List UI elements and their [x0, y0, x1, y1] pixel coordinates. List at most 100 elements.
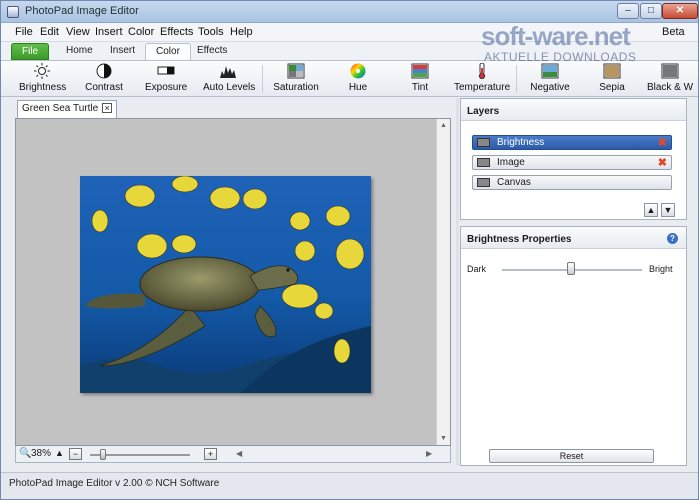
thermometer-icon — [478, 63, 486, 79]
tint-label: Tint — [411, 82, 429, 93]
saturation-button[interactable]: Saturation — [273, 63, 319, 96]
tab-home[interactable]: Home — [56, 43, 103, 60]
zoom-slider-thumb[interactable] — [100, 449, 106, 460]
negative-icon — [541, 63, 559, 79]
exposure-label: Exposure — [145, 82, 188, 93]
layer-item-canvas[interactable]: Canvas — [472, 175, 672, 190]
exposure-button[interactable]: Exposure — [145, 63, 187, 96]
beta-label: Beta — [662, 26, 685, 38]
contrast-button[interactable]: Contrast — [83, 63, 125, 96]
ribbon-separator — [262, 65, 263, 93]
temperature-button[interactable]: Temperature — [454, 63, 510, 96]
exposure-icon — [157, 66, 175, 75]
auto-levels-label: Auto Levels — [203, 82, 256, 93]
delete-layer-icon[interactable]: ✖ — [658, 137, 667, 150]
window-title: PhotoPad Image Editor — [25, 5, 139, 17]
app-window: PhotoPad Image Editor – □ ✕ File Edit Vi… — [0, 0, 699, 500]
sepia-button[interactable]: Sepia — [597, 63, 627, 96]
scroll-down-icon[interactable]: ▼ — [440, 435, 447, 442]
status-bar: PhotoPad Image Editor v 2.00 © NCH Softw… — [1, 472, 698, 499]
scroll-up-icon[interactable]: ▲ — [440, 122, 447, 129]
zoom-out-button[interactable]: − — [69, 448, 82, 460]
histogram-icon — [220, 66, 236, 78]
watermark-subtext: AKTUELLE DOWNLOADS — [484, 50, 637, 64]
sepia-label: Sepia — [599, 82, 625, 93]
status-text: PhotoPad Image Editor v 2.00 © NCH Softw… — [9, 478, 220, 489]
layer-label: Brightness — [497, 137, 545, 148]
move-layer-up-button[interactable]: ▲ — [644, 203, 658, 217]
zoom-in-button[interactable]: + — [204, 448, 217, 460]
tab-insert[interactable]: Insert — [100, 43, 145, 60]
image-canvas[interactable]: ▲ ▼ — [15, 118, 451, 446]
negative-label: Negative — [530, 82, 570, 93]
menu-tools[interactable]: Tools — [198, 26, 224, 38]
document-tab-label: Green Sea Turtle — [22, 103, 99, 114]
menu-insert[interactable]: Insert — [95, 26, 123, 38]
magnifier-icon: 🔍 — [19, 448, 32, 459]
properties-title: Brightness Properties — [461, 227, 686, 249]
reset-button[interactable]: Reset — [489, 449, 654, 463]
close-tab-icon[interactable]: × — [102, 103, 113, 114]
temperature-label: Temperature — [454, 82, 511, 93]
contrast-label: Contrast — [85, 82, 123, 93]
scroll-right-icon[interactable]: ▶ — [426, 449, 432, 458]
turtle-photo — [80, 176, 371, 393]
close-button[interactable]: ✕ — [662, 3, 698, 19]
tab-effects[interactable]: Effects — [187, 43, 237, 60]
layers-panel: Layers Brightness ✖ Image ✖ Canvas ▲ ▼ — [460, 98, 687, 220]
layer-item-brightness[interactable]: Brightness ✖ — [472, 135, 672, 150]
layer-icon — [477, 138, 490, 147]
menu-effects[interactable]: Effects — [160, 26, 193, 38]
saturation-label: Saturation — [273, 82, 319, 93]
color-wheel-icon — [350, 63, 366, 79]
scroll-left-icon[interactable]: ◀ — [236, 449, 242, 458]
menu-help[interactable]: Help — [230, 26, 253, 38]
sepia-icon — [603, 63, 621, 79]
menu-color[interactable]: Color — [128, 26, 154, 38]
negative-button[interactable]: Negative — [530, 63, 570, 96]
layer-item-image[interactable]: Image ✖ — [472, 155, 672, 170]
layer-label: Canvas — [497, 177, 531, 188]
menu-file[interactable]: File — [15, 26, 33, 38]
zoom-up-icon[interactable]: ▲ — [55, 448, 64, 458]
saturation-icon — [287, 63, 305, 79]
auto-levels-button[interactable]: Auto Levels — [203, 63, 256, 96]
brightness-label: Brightness — [19, 82, 67, 93]
brightness-slider-thumb[interactable] — [567, 262, 575, 275]
slider-max-label: Bright — [649, 264, 673, 274]
layer-label: Image — [497, 157, 525, 168]
ribbon-separator — [516, 65, 517, 93]
help-icon[interactable]: ? — [667, 233, 678, 244]
right-panel: Layers Brightness ✖ Image ✖ Canvas ▲ ▼ B… — [460, 98, 687, 466]
watermark-text: soft-ware.net — [481, 21, 631, 51]
document-tabs: Green Sea Turtle × — [7, 98, 457, 118]
black-white-icon — [661, 63, 679, 79]
document-tab[interactable]: Green Sea Turtle × — [17, 100, 118, 118]
menu-view[interactable]: View — [66, 26, 90, 38]
hue-button[interactable]: Hue — [345, 63, 371, 96]
app-icon — [7, 6, 19, 18]
properties-panel: Brightness Properties ? Dark Bright Rese… — [460, 226, 687, 466]
sun-icon — [34, 63, 50, 79]
tab-color[interactable]: Color — [145, 43, 191, 60]
delete-layer-icon[interactable]: ✖ — [658, 157, 667, 170]
vertical-scrollbar[interactable]: ▲ ▼ — [436, 119, 450, 445]
layer-icon — [477, 158, 490, 167]
tab-file[interactable]: File — [11, 43, 50, 60]
zoom-value: 38% — [31, 448, 52, 459]
move-layer-down-button[interactable]: ▼ — [661, 203, 675, 217]
minimize-button[interactable]: – — [617, 3, 639, 19]
black-white-label: Black & W — [646, 82, 694, 93]
black-white-button[interactable]: Black & W — [645, 63, 695, 96]
panel-splitter[interactable] — [456, 98, 459, 466]
tint-icon — [411, 63, 429, 79]
layer-icon — [477, 178, 490, 187]
maximize-button[interactable]: □ — [640, 3, 662, 19]
ribbon-toolbar: Brightness Contrast Exposure Auto Levels… — [1, 60, 698, 97]
brightness-button[interactable]: Brightness — [19, 63, 67, 96]
slider-min-label: Dark — [467, 264, 487, 274]
contrast-icon — [96, 63, 112, 79]
menu-edit[interactable]: Edit — [40, 26, 59, 38]
layers-title: Layers — [461, 99, 686, 121]
tint-button[interactable]: Tint — [407, 63, 433, 96]
